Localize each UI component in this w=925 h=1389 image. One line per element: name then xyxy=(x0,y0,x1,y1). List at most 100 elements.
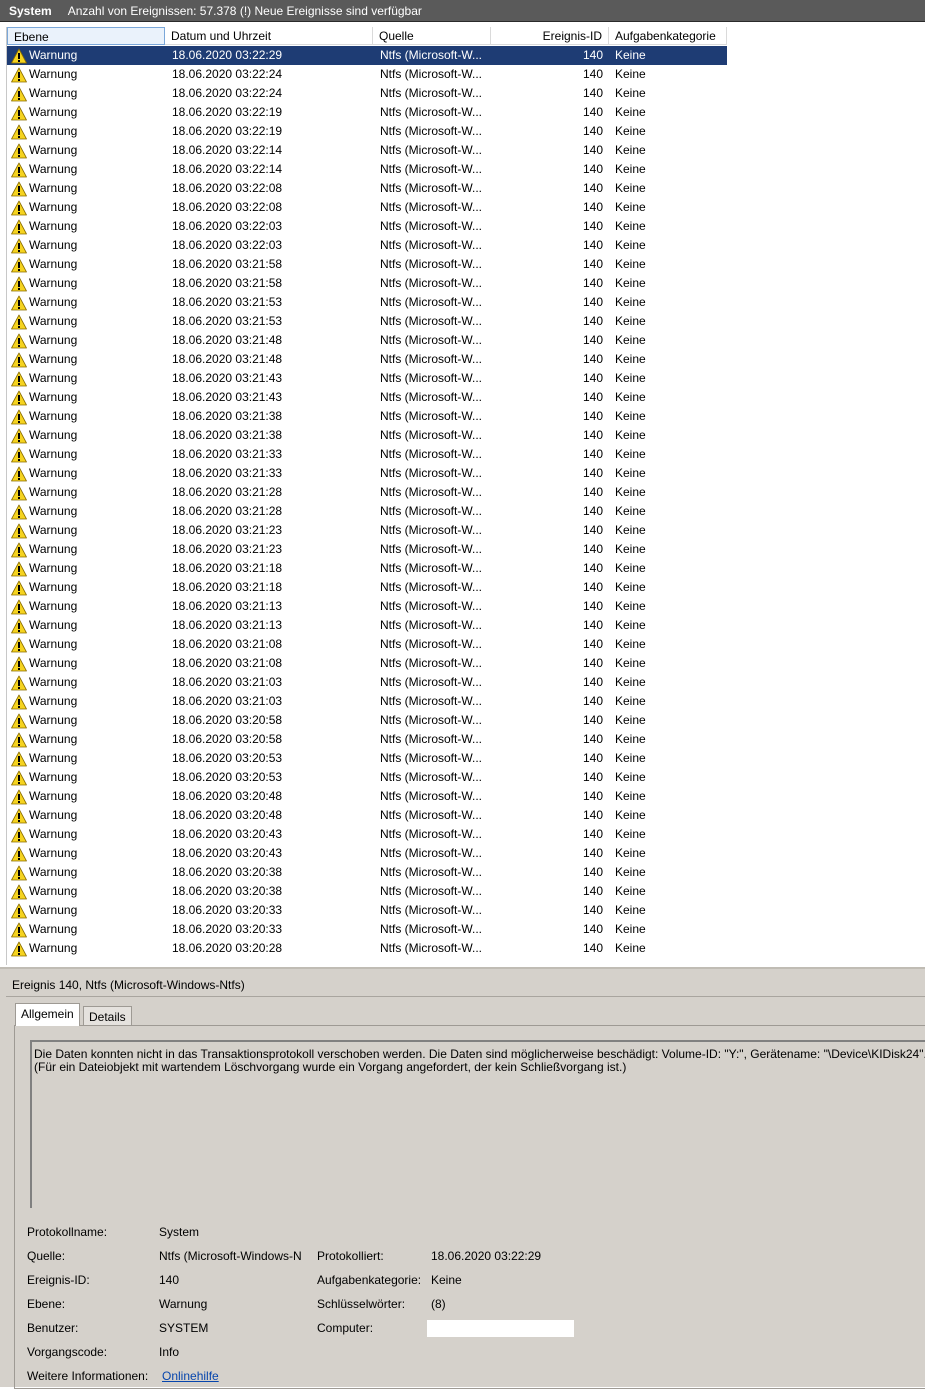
event-row[interactable]: Warnung 18.06.2020 03:20:33 Ntfs (Microsof… xyxy=(7,920,925,939)
event-row[interactable]: Warnung 18.06.2020 03:20:53 Ntfs (Microsof… xyxy=(7,749,925,768)
event-row[interactable]: Warnung 18.06.2020 03:22:24 Ntfs (Microsof… xyxy=(7,65,925,84)
event-row[interactable]: Warnung 18.06.2020 03:21:03 Ntfs (Microsof… xyxy=(7,673,925,692)
event-row[interactable]: Warnung 18.06.2020 03:21:38 Ntfs (Microsof… xyxy=(7,426,925,445)
event-id-cell: 140 xyxy=(582,789,603,803)
event-level-cell: Warnung xyxy=(7,483,165,502)
event-level-text: Warnung xyxy=(29,200,78,214)
event-date-cell: 18.06.2020 03:20:43 xyxy=(172,827,283,841)
event-date-cell: 18.06.2020 03:21:33 xyxy=(172,466,283,480)
event-row[interactable]: Warnung 18.06.2020 03:22:08 Ntfs (Microsof… xyxy=(7,198,925,217)
event-row[interactable]: Warnung 18.06.2020 03:21:28 Ntfs (Microsof… xyxy=(7,483,925,502)
event-level-cell: Warnung xyxy=(7,445,165,464)
event-level-text: Warnung xyxy=(29,371,78,385)
event-row[interactable]: Warnung 18.06.2020 03:21:58 Ntfs (Microsof… xyxy=(7,255,925,274)
column-header-date[interactable]: Datum und Uhrzeit xyxy=(165,27,373,45)
event-row[interactable]: Warnung 18.06.2020 03:20:58 Ntfs (Microsof… xyxy=(7,730,925,749)
event-row[interactable]: Warnung 18.06.2020 03:21:58 Ntfs (Microsof… xyxy=(7,274,925,293)
event-row[interactable]: Warnung 18.06.2020 03:21:53 Ntfs (Microsof… xyxy=(7,312,925,331)
event-row[interactable]: Warnung 18.06.2020 03:20:43 Ntfs (Microsof… xyxy=(7,844,925,863)
event-message[interactable]: Die Daten konnten nicht in das Transakti… xyxy=(30,1040,925,1208)
warning-triangle-icon xyxy=(11,523,27,538)
event-level-cell: Warnung xyxy=(7,692,165,711)
warning-triangle-icon xyxy=(11,827,27,842)
event-row[interactable]: Warnung 18.06.2020 03:21:43 Ntfs (Microsof… xyxy=(7,388,925,407)
event-date-cell: 18.06.2020 03:20:33 xyxy=(172,922,283,936)
event-row[interactable]: Warnung 18.06.2020 03:22:14 Ntfs (Microsof… xyxy=(7,160,925,179)
event-row[interactable]: Warnung 18.06.2020 03:20:33 Ntfs (Microsof… xyxy=(7,901,925,920)
column-header-event-id[interactable]: Ereignis-ID xyxy=(491,27,609,45)
event-category-cell: Keine xyxy=(615,86,646,100)
event-row[interactable]: Warnung 18.06.2020 03:20:38 Ntfs (Microsof… xyxy=(7,863,925,882)
event-row[interactable]: Warnung 18.06.2020 03:20:48 Ntfs (Microsof… xyxy=(7,806,925,825)
event-row[interactable]: Warnung 18.06.2020 03:21:33 Ntfs (Microsof… xyxy=(7,464,925,483)
event-level-text: Warnung xyxy=(29,542,78,556)
event-category-cell: Keine xyxy=(615,371,646,385)
event-row[interactable]: Warnung 18.06.2020 03:21:13 Ntfs (Microsof… xyxy=(7,597,925,616)
event-row[interactable]: Warnung 18.06.2020 03:21:48 Ntfs (Microsof… xyxy=(7,331,925,350)
event-row[interactable]: Warnung 18.06.2020 03:21:48 Ntfs (Microsof… xyxy=(7,350,925,369)
event-level-text: Warnung xyxy=(29,352,78,366)
source-value: Ntfs (Microsoft-Windows-N xyxy=(159,1249,302,1263)
event-category-cell: Keine xyxy=(615,846,646,860)
event-level-text: Warnung xyxy=(29,219,78,233)
event-row[interactable]: Warnung 18.06.2020 03:21:23 Ntfs (Microsof… xyxy=(7,540,925,559)
log-name-value: System xyxy=(159,1225,200,1239)
event-row[interactable]: Warnung 18.06.2020 03:21:53 Ntfs (Microsof… xyxy=(7,293,925,312)
event-row[interactable]: Warnung 18.06.2020 03:21:43 Ntfs (Microsof… xyxy=(7,369,925,388)
event-row[interactable]: Warnung 18.06.2020 03:20:43 Ntfs (Microsof… xyxy=(7,825,925,844)
event-level-text: Warnung xyxy=(29,789,78,803)
event-list[interactable]: Ebene Datum und Uhrzeit Quelle Ereignis-… xyxy=(6,27,925,965)
event-row[interactable]: Warnung 18.06.2020 03:21:28 Ntfs (Microsof… xyxy=(7,502,925,521)
event-source-cell: Ntfs (Microsoft-W... xyxy=(380,485,482,499)
event-date-cell: 18.06.2020 03:21:38 xyxy=(172,409,283,423)
event-id-label: Ereignis-ID: xyxy=(27,1273,90,1287)
event-row[interactable]: Warnung 18.06.2020 03:21:23 Ntfs (Microsof… xyxy=(7,521,925,540)
event-level-text: Warnung xyxy=(29,675,78,689)
event-row[interactable]: Warnung 18.06.2020 03:22:08 Ntfs (Microsof… xyxy=(7,179,925,198)
event-row[interactable]: Warnung 18.06.2020 03:21:33 Ntfs (Microsof… xyxy=(7,445,925,464)
event-row[interactable]: Warnung 18.06.2020 03:22:14 Ntfs (Microsof… xyxy=(7,141,925,160)
event-row[interactable]: Warnung 18.06.2020 03:20:28 Ntfs (Microsof… xyxy=(7,939,925,958)
warning-triangle-icon xyxy=(11,86,27,101)
event-row[interactable]: Warnung 18.06.2020 03:21:18 Ntfs (Microsof… xyxy=(7,578,925,597)
event-id-cell: 140 xyxy=(582,694,603,708)
online-help-link[interactable]: Onlinehilfe xyxy=(162,1369,219,1383)
event-level-text: Warnung xyxy=(29,143,78,157)
tab-general[interactable]: Allgemein xyxy=(15,1003,80,1026)
event-date-cell: 18.06.2020 03:20:38 xyxy=(172,865,283,879)
event-row[interactable]: Warnung 18.06.2020 03:21:03 Ntfs (Microsof… xyxy=(7,692,925,711)
event-row[interactable]: Warnung 18.06.2020 03:22:19 Ntfs (Microsof… xyxy=(7,103,925,122)
event-row[interactable]: Warnung 18.06.2020 03:21:13 Ntfs (Microsof… xyxy=(7,616,925,635)
event-source-cell: Ntfs (Microsoft-W... xyxy=(380,599,482,613)
event-id-cell: 140 xyxy=(582,542,603,556)
warning-triangle-icon xyxy=(11,675,27,690)
warning-triangle-icon xyxy=(11,808,27,823)
event-row[interactable]: Warnung 18.06.2020 03:20:48 Ntfs (Microsof… xyxy=(7,787,925,806)
event-row[interactable]: Warnung 18.06.2020 03:21:08 Ntfs (Microsof… xyxy=(7,654,925,673)
event-row[interactable]: Warnung 18.06.2020 03:21:18 Ntfs (Microsof… xyxy=(7,559,925,578)
column-header-source[interactable]: Quelle xyxy=(373,27,491,45)
event-row[interactable]: Warnung 18.06.2020 03:20:53 Ntfs (Microsof… xyxy=(7,768,925,787)
event-row[interactable]: Warnung 18.06.2020 03:20:38 Ntfs (Microsof… xyxy=(7,882,925,901)
event-level-text: Warnung xyxy=(29,485,78,499)
event-row[interactable]: Warnung 18.06.2020 03:22:03 Ntfs (Microsof… xyxy=(7,217,925,236)
event-row[interactable]: Warnung 18.06.2020 03:22:24 Ntfs (Microsof… xyxy=(7,84,925,103)
logged-value: 18.06.2020 03:22:29 xyxy=(431,1249,542,1263)
computer-value-redacted xyxy=(427,1320,574,1337)
column-header-level[interactable]: Ebene xyxy=(7,27,165,45)
warning-triangle-icon xyxy=(11,143,27,158)
event-row[interactable]: Warnung 18.06.2020 03:20:58 Ntfs (Microsof… xyxy=(7,711,925,730)
event-row[interactable]: Warnung 18.06.2020 03:22:29 Ntfs (Microsof… xyxy=(7,46,925,65)
event-row[interactable]: Warnung 18.06.2020 03:22:19 Ntfs (Microsof… xyxy=(7,122,925,141)
column-header-category[interactable]: Aufgabenkategorie xyxy=(609,27,727,45)
event-id-cell: 140 xyxy=(582,884,603,898)
warning-triangle-icon xyxy=(11,352,27,367)
event-row[interactable]: Warnung 18.06.2020 03:22:03 Ntfs (Microsof… xyxy=(7,236,925,255)
event-id-cell: 140 xyxy=(582,732,603,746)
event-row[interactable]: Warnung 18.06.2020 03:21:38 Ntfs (Microsof… xyxy=(7,407,925,426)
tab-details[interactable]: Details xyxy=(83,1006,132,1026)
event-id-cell: 140 xyxy=(582,466,603,480)
event-row[interactable]: Warnung 18.06.2020 03:21:08 Ntfs (Microsof… xyxy=(7,635,925,654)
event-count-info: Anzahl von Ereignissen: 57.378 (!) Neue … xyxy=(67,3,422,18)
event-source-cell: Ntfs (Microsoft-W... xyxy=(380,409,482,423)
